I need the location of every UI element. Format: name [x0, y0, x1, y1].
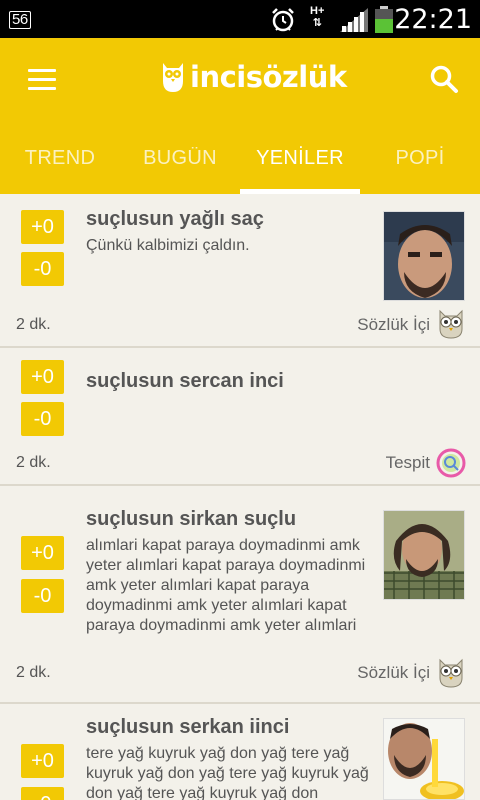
avatar-photo: [384, 719, 464, 799]
entry-title[interactable]: suçlusun serkan iinci: [86, 716, 289, 739]
notification-indicator: 56: [9, 9, 31, 29]
search-icon[interactable]: [428, 64, 460, 96]
upvote-button[interactable]: +0: [21, 210, 64, 244]
tab-bar: TREND BUGÜN YENİLER POPİ: [0, 134, 480, 194]
entry-item[interactable]: +0 -0 suçlusun sercan inci 2 dk. Tespit: [0, 348, 480, 486]
owl-icon: [439, 658, 463, 688]
entry-source[interactable]: Sözlük İçi: [357, 663, 430, 683]
upvote-button[interactable]: +0: [21, 744, 64, 778]
tab-trend[interactable]: TREND: [0, 134, 120, 194]
entry-title[interactable]: suçlusun sirkan suçlu: [86, 508, 296, 531]
downvote-button[interactable]: -0: [21, 579, 64, 613]
menu-button[interactable]: [28, 69, 56, 91]
network-type: H+ ⇅: [310, 5, 325, 29]
entry-time: 2 dk.: [16, 664, 51, 681]
menu-icon: [28, 69, 56, 72]
avatar-photo: [384, 212, 464, 300]
owl-logo-icon: [163, 63, 183, 92]
entry-source[interactable]: Tespit: [386, 453, 430, 473]
tab-popi[interactable]: POPİ: [360, 134, 480, 194]
downvote-button[interactable]: -0: [21, 402, 64, 436]
upvote-button[interactable]: +0: [21, 360, 64, 394]
app-logo: incisözlük: [160, 60, 347, 94]
entry-body: Çünkü kalbimizi çaldın.: [86, 237, 250, 254]
entry-title[interactable]: suçlusun yağlı saç: [86, 208, 264, 231]
entry-time: 2 dk.: [16, 316, 51, 333]
entry-avatar[interactable]: [383, 718, 465, 800]
owl-icon: [439, 309, 463, 339]
entry-item[interactable]: +0 -0 suçlusun serkan iinci tere yağ kuy…: [0, 704, 480, 800]
tab-yeniler[interactable]: YENİLER: [240, 134, 360, 194]
app-header: incisözlük TREND BUGÜN YENİLER POPİ: [0, 38, 480, 194]
entry-body: tere yağ kuyruk yağ don yağ tere yağ kuy…: [86, 745, 369, 800]
tespit-icon: [436, 448, 466, 478]
status-bar: 56 H+ ⇅ 22:21: [0, 0, 480, 38]
entry-item[interactable]: +0 -0 suçlusun sirkan suçlu alımlari kap…: [0, 486, 480, 704]
downvote-button[interactable]: -0: [21, 252, 64, 286]
battery-icon: [375, 6, 393, 33]
entry-title[interactable]: suçlusun sercan inci: [86, 370, 284, 393]
entry-source[interactable]: Sözlük İçi: [357, 315, 430, 335]
avatar-photo: [384, 511, 464, 599]
tab-bugun[interactable]: BUGÜN: [120, 134, 240, 194]
clock: 22:21: [394, 4, 472, 35]
entry-avatar[interactable]: [383, 510, 465, 600]
signal-icon: [340, 8, 368, 32]
downvote-button[interactable]: -0: [21, 787, 64, 800]
entry-item[interactable]: +0 -0 suçlusun yağlı saç Çünkü kalbimizi…: [0, 194, 480, 348]
entry-body: alımlari kapat paraya doymadinmi amk yet…: [86, 537, 366, 634]
upvote-button[interactable]: +0: [21, 536, 64, 570]
entry-avatar[interactable]: [383, 211, 465, 301]
app-title: incisözlük: [190, 60, 347, 94]
alarm-icon: [272, 8, 294, 32]
entry-time: 2 dk.: [16, 454, 51, 471]
